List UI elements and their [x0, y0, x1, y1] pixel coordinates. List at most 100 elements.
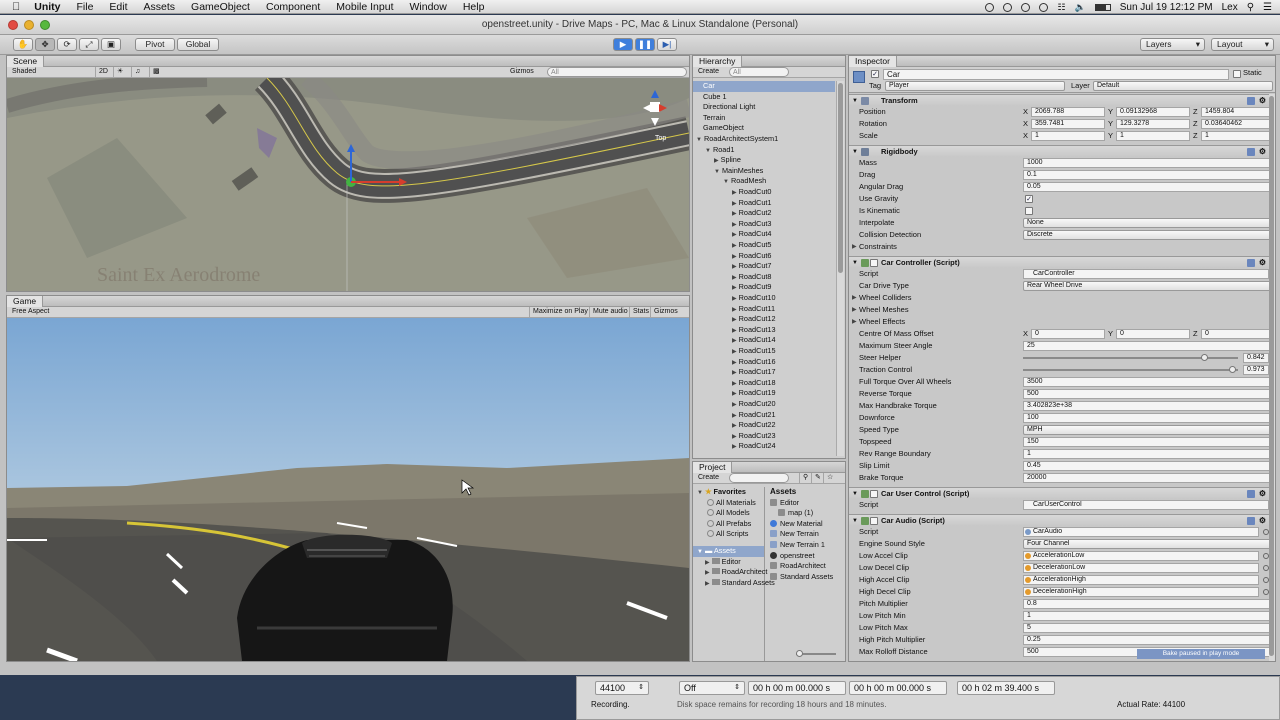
car-audio-value-field[interactable]: 0.25 — [1023, 635, 1273, 645]
expand-arrow-icon[interactable]: ▶ — [852, 316, 857, 328]
status-icon[interactable] — [1039, 2, 1049, 12]
enabled-checkbox[interactable] — [870, 517, 878, 525]
hierarchy-item[interactable]: ▶ RoadCut21 — [693, 410, 835, 421]
hierarchy-create-button[interactable]: Create — [695, 67, 722, 77]
hierarchy-item[interactable]: ▶ RoadCut4 — [693, 229, 835, 240]
hierarchy-item[interactable]: ▶ RoadCut18 — [693, 378, 835, 389]
car-audio-value-field[interactable]: 0.8 — [1023, 599, 1273, 609]
rigidbody-value-field[interactable]: 0.1 — [1023, 170, 1273, 180]
layout-dropdown[interactable]: Layout ▾ — [1211, 38, 1274, 51]
layers-dropdown[interactable]: Layers ▾ — [1140, 38, 1205, 51]
hierarchy-item[interactable]: ▼ RoadMesh — [693, 176, 835, 187]
hierarchy-item[interactable]: ▼ MainMeshes — [693, 166, 835, 177]
pause-button[interactable]: ❚❚ — [635, 38, 655, 51]
tab-game[interactable]: Game — [7, 296, 44, 307]
car-audio-value-field[interactable]: CarAudio — [1023, 527, 1259, 537]
hierarchy-item[interactable]: ▶ RoadCut1 — [693, 198, 835, 209]
expand-arrow-icon[interactable]: ▶ — [705, 570, 710, 576]
hierarchy-item[interactable]: ▶ RoadCut23 — [693, 431, 835, 442]
zoom-icon[interactable] — [40, 20, 50, 30]
car-audio-value-field[interactable]: 1 — [1023, 611, 1273, 621]
hierarchy-item[interactable]: ▼ Road1 — [693, 145, 835, 156]
pivot-button[interactable]: Pivot — [135, 38, 175, 51]
battery-icon[interactable] — [1094, 3, 1111, 11]
asset-item[interactable]: Standard Assets — [766, 572, 845, 583]
project-search-input[interactable] — [729, 473, 789, 483]
inspector-scroll-thumb[interactable] — [1269, 96, 1274, 656]
scene-gizmos-dropdown[interactable]: Gizmos — [507, 67, 537, 77]
hierarchy-item[interactable]: Car — [693, 81, 835, 92]
car-audio-value-field[interactable]: AccelerationHigh — [1023, 575, 1259, 585]
menu-help[interactable]: Help — [455, 1, 493, 13]
foldout-row[interactable]: Wheel Effects ▶ — [849, 316, 1269, 328]
assets-root[interactable]: ▼ ▬ Assets — [693, 546, 764, 557]
project-create-button[interactable]: Create — [695, 473, 722, 483]
tab-hierarchy[interactable]: Hierarchy — [693, 56, 743, 67]
apple-icon[interactable]:  — [0, 1, 26, 13]
hierarchy-item[interactable]: ▶ RoadCut20 — [693, 399, 835, 410]
menu-app-name[interactable]: Unity — [26, 1, 68, 13]
checkbox[interactable]: ✓ — [1025, 195, 1033, 203]
expand-arrow-icon[interactable]: ▶ — [852, 304, 857, 316]
help-icon[interactable] — [1247, 97, 1255, 105]
hierarchy-item[interactable]: Cube 1 — [693, 92, 835, 103]
hierarchy-item[interactable]: ▼ RoadArchitectSystem1 — [693, 134, 835, 145]
max-steer-field[interactable]: 25 — [1023, 341, 1273, 351]
shading-dropdown[interactable]: Shaded — [9, 67, 87, 77]
game-gizmos-dropdown[interactable]: Gizmos — [650, 307, 681, 317]
hierarchy-item[interactable]: ▶ RoadCut22 — [693, 420, 835, 431]
transform-header[interactable]: ▼ Transform ⚙ — [849, 94, 1269, 106]
effects-icon[interactable]: ▩ — [149, 67, 163, 77]
hierarchy-item[interactable]: ▶ RoadCut16 — [693, 357, 835, 368]
menu-window[interactable]: Window — [401, 1, 454, 13]
status-icon[interactable] — [1003, 2, 1013, 12]
hierarchy-item[interactable]: ▶ RoadCut19 — [693, 388, 835, 399]
light-icon[interactable]: ☀ — [113, 67, 126, 77]
time-field-3[interactable]: 00 h 02 m 39.400 s — [957, 681, 1055, 695]
rigidbody-value-field[interactable]: 1000 — [1023, 158, 1273, 168]
toggle-2d-button[interactable]: 2D — [95, 67, 111, 77]
hierarchy-item[interactable]: ▶ RoadCut8 — [693, 272, 835, 283]
vector-y-field[interactable]: 0.09132968 — [1116, 107, 1190, 117]
car-user-control-header[interactable]: ▼ Car User Control (Script) ⚙ — [849, 487, 1269, 499]
car-controller-value-field[interactable]: MPH — [1023, 425, 1273, 435]
expand-arrow-icon[interactable]: ▶ — [852, 241, 857, 253]
tab-project[interactable]: Project — [693, 462, 733, 473]
car-audio-value-field[interactable]: DecelerationLow — [1023, 563, 1259, 573]
menu-assets[interactable]: Assets — [136, 1, 184, 13]
mute-audio-toggle[interactable]: Mute audio — [589, 307, 631, 317]
tab-inspector[interactable]: Inspector — [849, 56, 897, 67]
foldout-row[interactable]: Wheel Meshes ▶ — [849, 304, 1269, 316]
asset-item[interactable]: openstreet — [766, 551, 845, 562]
checkbox[interactable] — [1025, 207, 1033, 215]
close-icon[interactable] — [8, 20, 18, 30]
help-icon[interactable] — [1247, 490, 1255, 498]
scale-tool-button[interactable]: ⤢ — [79, 38, 99, 51]
script-field[interactable]: CarUserControl — [1023, 500, 1269, 510]
slider-knob[interactable] — [1201, 354, 1209, 361]
tag-dropdown[interactable]: Player — [885, 81, 1065, 91]
enabled-checkbox[interactable] — [870, 259, 878, 267]
filter-icon[interactable]: ⚲ — [799, 473, 811, 483]
wifi-icon[interactable]: ☷ — [1057, 2, 1065, 13]
hierarchy-item[interactable]: ▶ RoadCut10 — [693, 293, 835, 304]
list-icon[interactable]: ☰ — [1263, 2, 1272, 13]
status-icon[interactable] — [1021, 2, 1031, 12]
hierarchy-item[interactable]: ▶ RoadCut13 — [693, 325, 835, 336]
active-checkbox[interactable]: ✓ — [871, 70, 879, 78]
global-button[interactable]: Global — [177, 38, 219, 51]
stats-toggle[interactable]: Stats — [629, 307, 652, 317]
slider-value-field[interactable]: 0.842 — [1243, 353, 1269, 363]
play-button[interactable]: ▶ — [613, 38, 633, 51]
favorite-item[interactable]: All Materials — [693, 498, 764, 509]
vector-y-field[interactable]: 0 — [1116, 329, 1190, 339]
icon-size-slider[interactable] — [796, 650, 836, 657]
move-tool-button[interactable]: ✥ — [35, 38, 55, 51]
vector-y-field[interactable]: 129.3278 — [1116, 119, 1190, 129]
car-controller-value-field[interactable]: 100 — [1023, 413, 1273, 423]
hierarchy-item[interactable]: ▶ RoadCut9 — [693, 282, 835, 293]
car-controller-value-field[interactable]: 0.45 — [1023, 461, 1273, 471]
hierarchy-item[interactable]: GameObject — [693, 123, 835, 134]
expand-arrow-icon[interactable]: ▶ — [705, 560, 710, 566]
asset-item[interactable]: New Material — [766, 519, 845, 530]
